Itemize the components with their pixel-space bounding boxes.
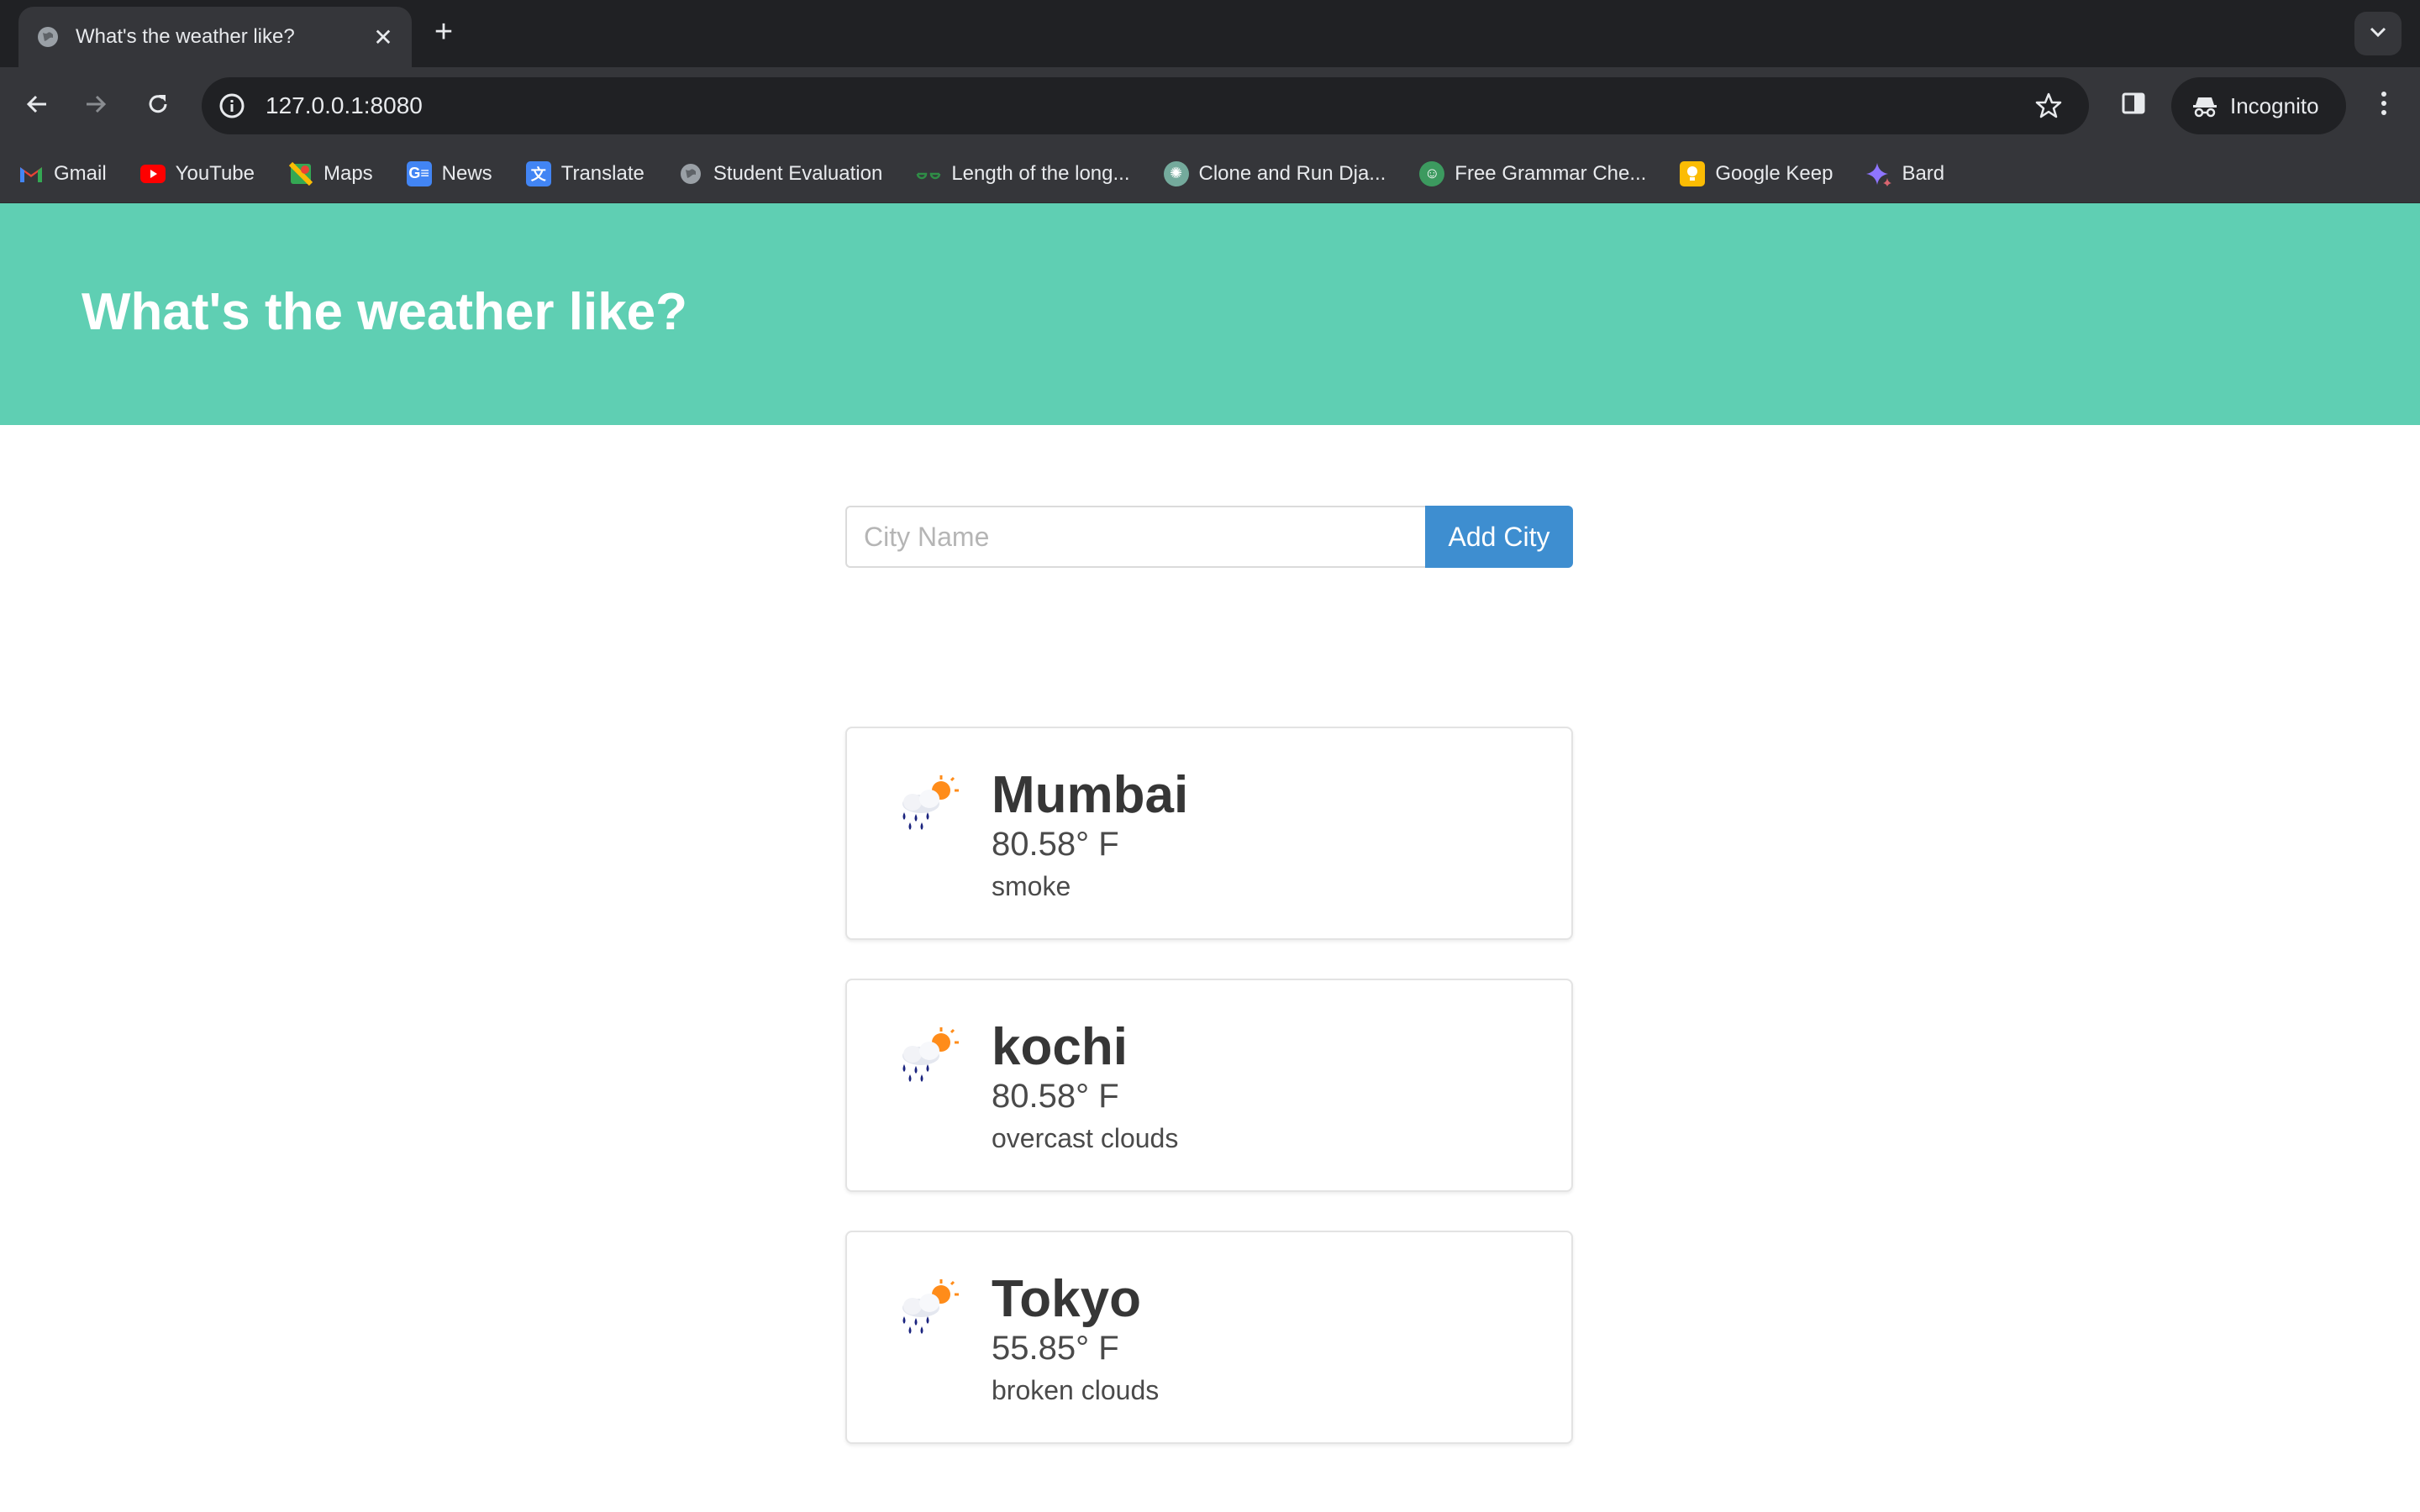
tab-title: What's the weather like? [76,25,295,48]
city-name: Mumbai [992,766,1189,824]
arrow-left-icon [24,92,50,121]
bookmark-google-keep[interactable]: Google Keep [1680,160,1833,186]
bookmark-youtube[interactable]: YouTube [139,161,255,186]
url-text: 127.0.0.1:8080 [266,92,423,118]
hero-banner: What's the weather like? [0,203,2420,425]
weather-description: smoke [992,871,1071,901]
grammar-icon: ☺ [1419,160,1445,186]
tab-search-button[interactable] [2354,12,2402,55]
rain-sun-cloud-icon [902,775,959,830]
globe-icon [678,161,703,186]
bookmark-clone-and-run[interactable]: ✺ Clone and Run Dja... [1163,160,1386,186]
bookmark-gmail[interactable]: Gmail [18,161,107,186]
bookmark-translate[interactable]: 文 Translate [525,160,644,186]
page-title: What's the weather like? [82,283,688,341]
side-panel-icon [2121,91,2146,120]
bookmark-bard[interactable]: Bard [1866,161,1944,186]
weather-card: Mumbai 80.58° F smoke [845,727,1573,940]
forward-button[interactable] [76,86,116,126]
reload-icon [145,92,171,121]
city-temperature: 80.58° F [992,826,1119,863]
bard-icon [1866,161,1892,186]
bookmark-star-icon[interactable] [2032,89,2065,123]
bookmark-news[interactable]: G≡ News [406,160,492,186]
city-name: kochi [992,1018,1128,1076]
add-city-button[interactable]: Add City [1425,506,1573,568]
incognito-profile-button[interactable]: Incognito [2171,77,2346,134]
close-tab-icon[interactable]: ✕ [366,20,400,54]
add-city-form: Add City [845,506,1573,568]
weather-description: overcast clouds [992,1123,1179,1153]
city-name-input[interactable] [845,506,1425,568]
address-bar[interactable]: 127.0.0.1:8080 [202,77,2089,134]
browser-toolbar: 127.0.0.1:8080 Incognito [0,67,2420,144]
news-icon: G≡ [406,160,432,186]
chevron-down-icon [2369,26,2387,42]
youtube-icon [139,161,166,186]
reload-button[interactable] [138,86,178,126]
browser-tab[interactable]: What's the weather like? ✕ [18,7,412,67]
kebab-menu-icon [2381,90,2387,121]
bookmark-length-of-the-long[interactable]: Length of the long... [916,161,1130,186]
page-viewport: What's the weather like? Add City Mumbai… [0,203,2420,1512]
weather-card: Tokyo 55.85° F broken clouds [845,1231,1573,1444]
keep-icon [1680,160,1706,186]
gmail-icon [18,161,44,186]
weather-description: broken clouds [992,1375,1160,1405]
bookmarks-bar: Gmail YouTube Maps G≡ News 文 Translate S… [0,144,2420,203]
globe-icon [35,24,60,50]
chatgpt-icon: ✺ [1163,160,1189,186]
site-info-icon[interactable] [217,91,247,121]
weather-card: kochi 80.58° F overcast clouds [845,979,1573,1192]
geeks-icon [916,161,941,186]
rain-sun-cloud-icon [902,1027,959,1082]
bookmark-maps[interactable]: Maps [288,161,373,186]
browser-menu-button[interactable] [2365,86,2403,124]
city-temperature: 80.58° F [992,1078,1119,1115]
bookmark-student-evaluation[interactable]: Student Evaluation [678,161,882,186]
city-name: Tokyo [992,1270,1141,1328]
rain-sun-cloud-icon [902,1279,959,1334]
side-panel-button[interactable] [2114,86,2153,124]
new-tab-button[interactable]: + [427,15,460,49]
back-button[interactable] [17,86,57,126]
bookmark-free-grammar[interactable]: ☺ Free Grammar Che... [1419,160,1646,186]
maps-icon [288,161,313,186]
city-temperature: 55.85° F [992,1330,1119,1367]
incognito-label: Incognito [2230,92,2319,118]
incognito-icon [2191,94,2218,118]
translate-icon: 文 [525,160,551,186]
arrow-right-icon [83,92,108,121]
tab-strip: What's the weather like? ✕ + [0,0,2420,67]
